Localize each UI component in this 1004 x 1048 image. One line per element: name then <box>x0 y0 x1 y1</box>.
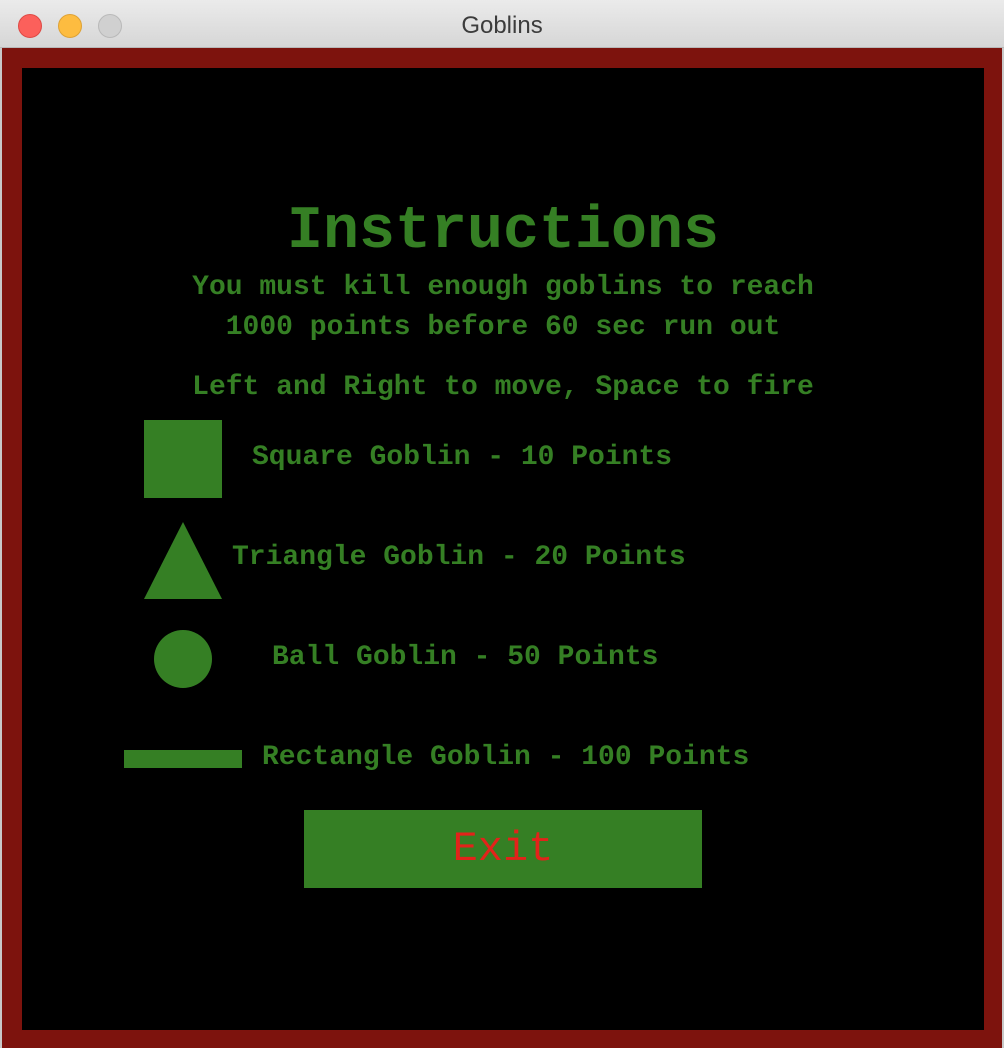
instructions-heading: Instructions <box>286 198 720 266</box>
square-goblin-icon <box>144 420 222 498</box>
rectangle-goblin-label: Rectangle Goblin - 100 Points <box>262 742 750 773</box>
game-canvas: Instructions You must kill enough goblin… <box>22 68 984 1030</box>
app-window: Goblins Instructions You must kill enoug… <box>0 0 1004 1048</box>
controls-text: Left and Right to move, Space to fire <box>192 372 814 403</box>
triangle-goblin-label: Triangle Goblin - 20 Points <box>232 542 686 573</box>
ball-goblin-icon <box>154 630 212 688</box>
exit-button[interactable]: Exit <box>304 810 702 888</box>
goal-text-line-2: 1000 points before 60 sec run out <box>225 312 781 343</box>
square-goblin-label: Square Goblin - 10 Points <box>252 442 673 473</box>
game-frame: Instructions You must kill enough goblin… <box>2 48 1002 1048</box>
triangle-goblin-icon <box>144 522 222 599</box>
goal-text-line-1: You must kill enough goblins to reach <box>192 272 814 303</box>
rectangle-goblin-icon <box>124 750 242 768</box>
window-title: Goblins <box>461 12 543 39</box>
title-bar[interactable]: Goblins <box>0 0 1004 48</box>
ball-goblin-label: Ball Goblin - 50 Points <box>272 642 659 673</box>
